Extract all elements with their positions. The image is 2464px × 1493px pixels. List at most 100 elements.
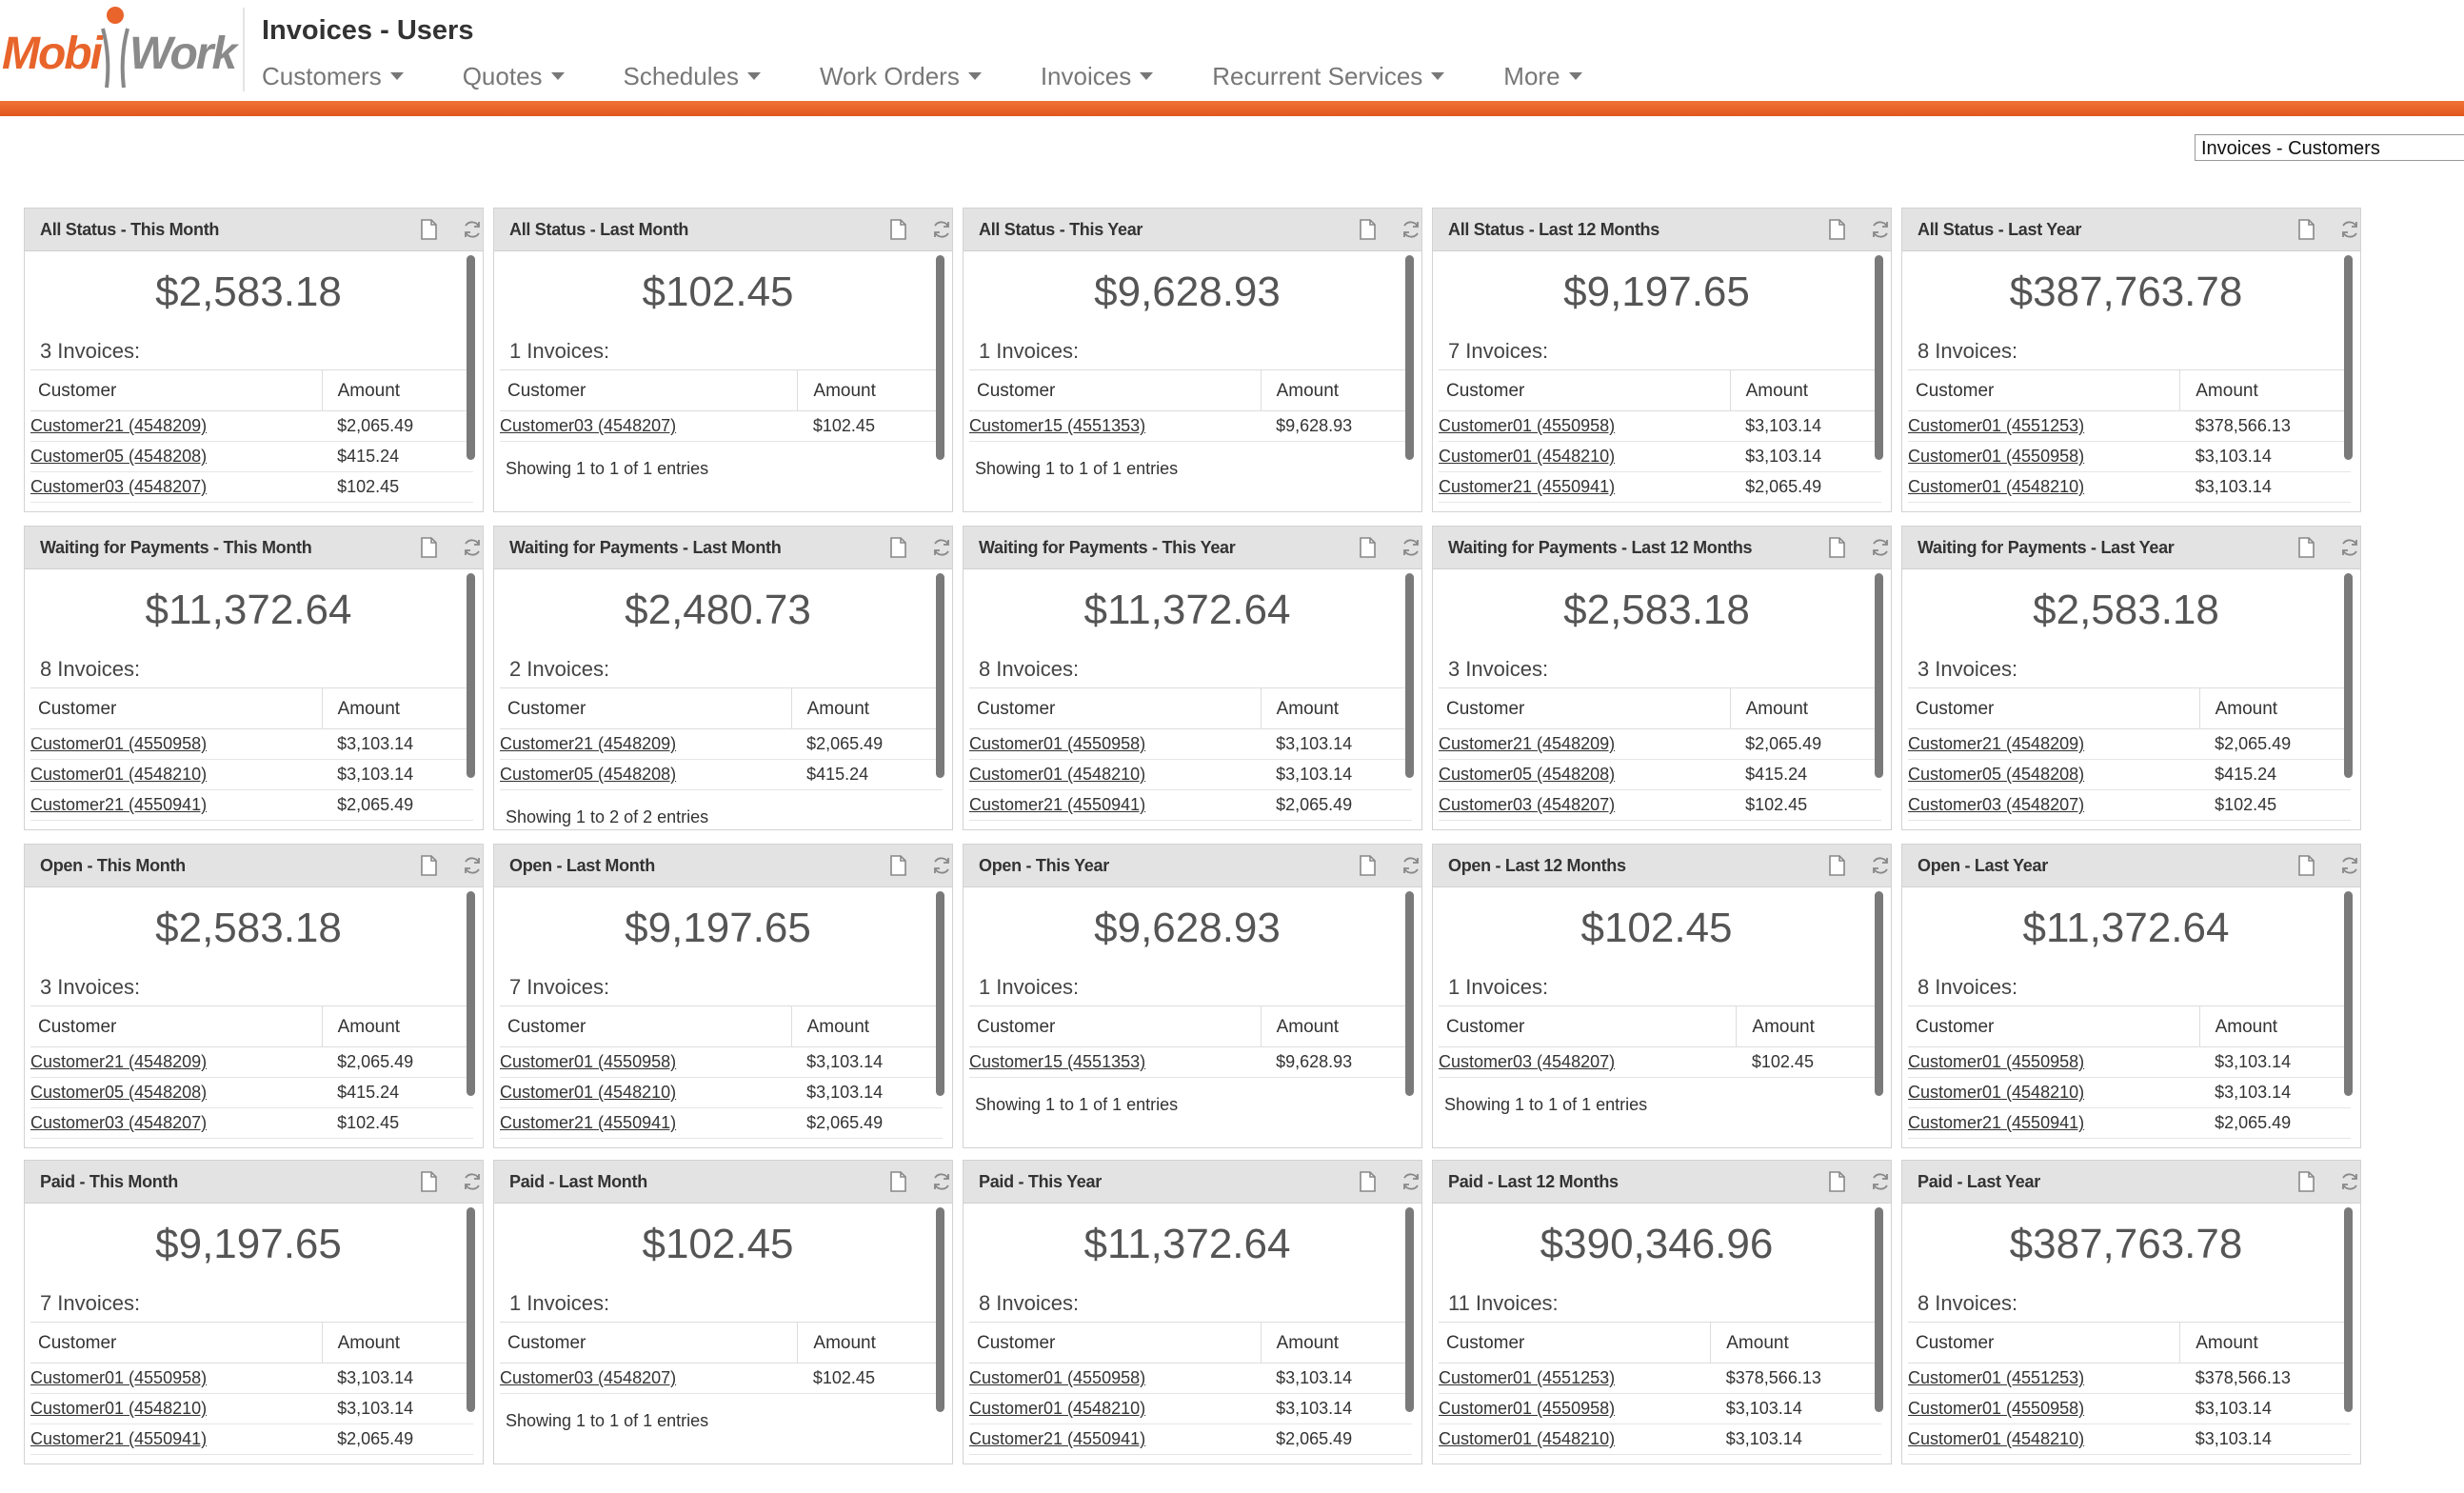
column-header-amount[interactable]: Amount — [321, 687, 473, 729]
column-header-amount[interactable]: Amount — [321, 1005, 473, 1047]
column-header-amount[interactable]: Amount — [2179, 1322, 2351, 1364]
customer-link[interactable]: Customer01 (4548210) — [30, 1399, 207, 1418]
column-header-customer[interactable]: Customer — [30, 369, 323, 411]
document-icon[interactable] — [1356, 218, 1379, 241]
customer-link[interactable]: Customer21 (4550941) — [1439, 477, 1615, 496]
column-header-customer[interactable]: Customer — [1908, 1005, 2200, 1047]
refresh-icon[interactable] — [930, 854, 953, 877]
customer-link[interactable]: Customer03 (4548207) — [30, 1113, 207, 1132]
column-header-customer[interactable]: Customer — [30, 1322, 323, 1364]
column-header-customer[interactable]: Customer — [500, 1322, 798, 1364]
column-header-amount[interactable]: Amount — [790, 1005, 943, 1047]
nav-more[interactable]: More — [1503, 62, 1582, 91]
column-header-amount[interactable]: Amount — [2198, 1005, 2351, 1047]
column-header-customer[interactable]: Customer — [1908, 687, 2200, 729]
widget-scrollbar[interactable] — [467, 255, 475, 460]
document-icon[interactable] — [417, 854, 440, 877]
customer-link[interactable]: Customer05 (4548208) — [30, 1083, 207, 1102]
customer-link[interactable]: Customer03 (4548207) — [500, 416, 676, 435]
customer-link[interactable]: Customer01 (4551253) — [1908, 1368, 2084, 1387]
column-header-customer[interactable]: Customer — [969, 369, 1262, 411]
column-header-customer[interactable]: Customer — [969, 1322, 1262, 1364]
customer-link[interactable]: Customer01 (4548210) — [500, 1083, 676, 1102]
customer-link[interactable]: Customer01 (4548210) — [969, 765, 1145, 784]
customer-link[interactable]: Customer01 (4548210) — [1908, 1429, 2084, 1448]
refresh-icon[interactable] — [461, 536, 484, 559]
column-header-amount[interactable]: Amount — [1260, 687, 1412, 729]
widget-scrollbar[interactable] — [467, 573, 475, 778]
column-header-customer[interactable]: Customer — [1908, 369, 2180, 411]
column-header-amount[interactable]: Amount — [1260, 1322, 1412, 1364]
column-header-amount[interactable]: Amount — [790, 687, 943, 729]
nav-work-orders[interactable]: Work Orders — [820, 62, 982, 91]
document-icon[interactable] — [886, 536, 909, 559]
widget-scrollbar[interactable] — [2344, 255, 2353, 460]
customer-link[interactable]: Customer01 (4550958) — [969, 734, 1145, 753]
document-icon[interactable] — [2295, 536, 2317, 559]
customer-link[interactable]: Customer01 (4548210) — [1439, 447, 1615, 466]
widget-scrollbar[interactable] — [1875, 1207, 1883, 1412]
refresh-icon[interactable] — [461, 218, 484, 241]
refresh-icon[interactable] — [2338, 536, 2361, 559]
document-icon[interactable] — [1825, 1170, 1848, 1193]
customer-link[interactable]: Customer05 (4548208) — [500, 765, 676, 784]
column-header-customer[interactable]: Customer — [1439, 369, 1731, 411]
refresh-icon[interactable] — [1400, 854, 1422, 877]
customer-link[interactable]: Customer01 (4550958) — [969, 1368, 1145, 1387]
column-header-amount[interactable]: Amount — [2198, 687, 2351, 729]
customer-link[interactable]: Customer05 (4548208) — [1439, 765, 1615, 784]
refresh-icon[interactable] — [1869, 218, 1892, 241]
nav-invoices[interactable]: Invoices — [1041, 62, 1154, 91]
column-header-amount[interactable]: Amount — [1260, 1005, 1412, 1047]
document-icon[interactable] — [886, 854, 909, 877]
refresh-icon[interactable] — [461, 1170, 484, 1193]
widget-scrollbar[interactable] — [1875, 891, 1883, 1096]
column-header-customer[interactable]: Customer — [1908, 1322, 2180, 1364]
customer-link[interactable]: Customer03 (4548207) — [30, 477, 207, 496]
customer-link[interactable]: Customer01 (4551253) — [1439, 1368, 1615, 1387]
document-icon[interactable] — [1825, 536, 1848, 559]
refresh-icon[interactable] — [461, 854, 484, 877]
document-icon[interactable] — [886, 218, 909, 241]
widget-scrollbar[interactable] — [936, 573, 944, 778]
refresh-icon[interactable] — [1869, 1170, 1892, 1193]
refresh-icon[interactable] — [930, 536, 953, 559]
column-header-amount[interactable]: Amount — [797, 1322, 943, 1364]
column-header-customer[interactable]: Customer — [500, 1005, 792, 1047]
customer-link[interactable]: Customer15 (4551353) — [969, 416, 1145, 435]
column-header-amount[interactable]: Amount — [1710, 1322, 1881, 1364]
nav-recurrent-services[interactable]: Recurrent Services — [1212, 62, 1445, 91]
widget-scrollbar[interactable] — [1875, 255, 1883, 460]
customer-link[interactable]: Customer01 (4550958) — [1439, 1399, 1615, 1418]
document-icon[interactable] — [417, 218, 440, 241]
refresh-icon[interactable] — [2338, 854, 2361, 877]
refresh-icon[interactable] — [1400, 536, 1422, 559]
refresh-icon[interactable] — [2338, 218, 2361, 241]
widget-scrollbar[interactable] — [1875, 573, 1883, 778]
document-icon[interactable] — [2295, 218, 2317, 241]
customer-link[interactable]: Customer21 (4550941) — [1908, 1113, 2084, 1132]
customer-link[interactable]: Customer21 (4550941) — [969, 1429, 1145, 1448]
customer-link[interactable]: Customer01 (4548210) — [30, 765, 207, 784]
refresh-icon[interactable] — [1400, 1170, 1422, 1193]
customer-link[interactable]: Customer01 (4550958) — [1908, 1399, 2084, 1418]
widget-scrollbar[interactable] — [1405, 891, 1414, 1096]
document-icon[interactable] — [1356, 536, 1379, 559]
widget-scrollbar[interactable] — [467, 1207, 475, 1412]
refresh-icon[interactable] — [2338, 1170, 2361, 1193]
customer-link[interactable]: Customer01 (4550958) — [1908, 1052, 2084, 1071]
column-header-amount[interactable]: Amount — [1729, 687, 1881, 729]
widget-scrollbar[interactable] — [1405, 1207, 1414, 1412]
column-header-customer[interactable]: Customer — [500, 687, 792, 729]
document-icon[interactable] — [417, 1170, 440, 1193]
customer-link[interactable]: Customer01 (4548210) — [1908, 477, 2084, 496]
document-icon[interactable] — [2295, 854, 2317, 877]
widget-scrollbar[interactable] — [2344, 891, 2353, 1096]
column-header-amount[interactable]: Amount — [1736, 1005, 1881, 1047]
customer-link[interactable]: Customer01 (4550958) — [1439, 416, 1615, 435]
document-icon[interactable] — [417, 536, 440, 559]
nav-customers[interactable]: Customers — [262, 62, 404, 91]
column-header-amount[interactable]: Amount — [321, 369, 473, 411]
column-header-customer[interactable]: Customer — [1439, 687, 1731, 729]
widget-scrollbar[interactable] — [936, 255, 944, 460]
